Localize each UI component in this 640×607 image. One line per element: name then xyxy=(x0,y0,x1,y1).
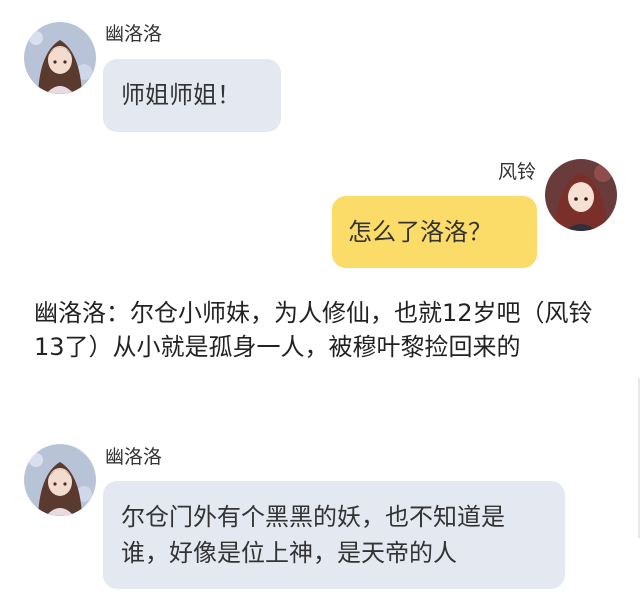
avatar[interactable] xyxy=(24,22,96,94)
girl-avatar-icon xyxy=(24,22,96,94)
girl-avatar-icon xyxy=(545,159,617,231)
sender-name: 幽洛洛 xyxy=(105,446,163,468)
narration-text: 幽洛洛：尔仓小师妹，为人修仙，也就12岁吧（风铃13了）从小就是孤身一人，被穆叶… xyxy=(34,299,593,361)
message-bubble[interactable]: 师姐师姐！ xyxy=(103,59,281,132)
message-bubble[interactable]: 怎么了洛洛？ xyxy=(332,196,537,268)
sender-name: 风铃 xyxy=(497,161,536,183)
girl-avatar-icon xyxy=(24,444,96,516)
sender-name: 幽洛洛 xyxy=(105,23,163,45)
message-bubble[interactable]: 尔仓门外有个黑黑的妖，也不知道是谁，好像是位上神，是天帝的人 xyxy=(103,481,565,589)
avatar[interactable] xyxy=(545,159,617,231)
avatar[interactable] xyxy=(24,444,96,516)
